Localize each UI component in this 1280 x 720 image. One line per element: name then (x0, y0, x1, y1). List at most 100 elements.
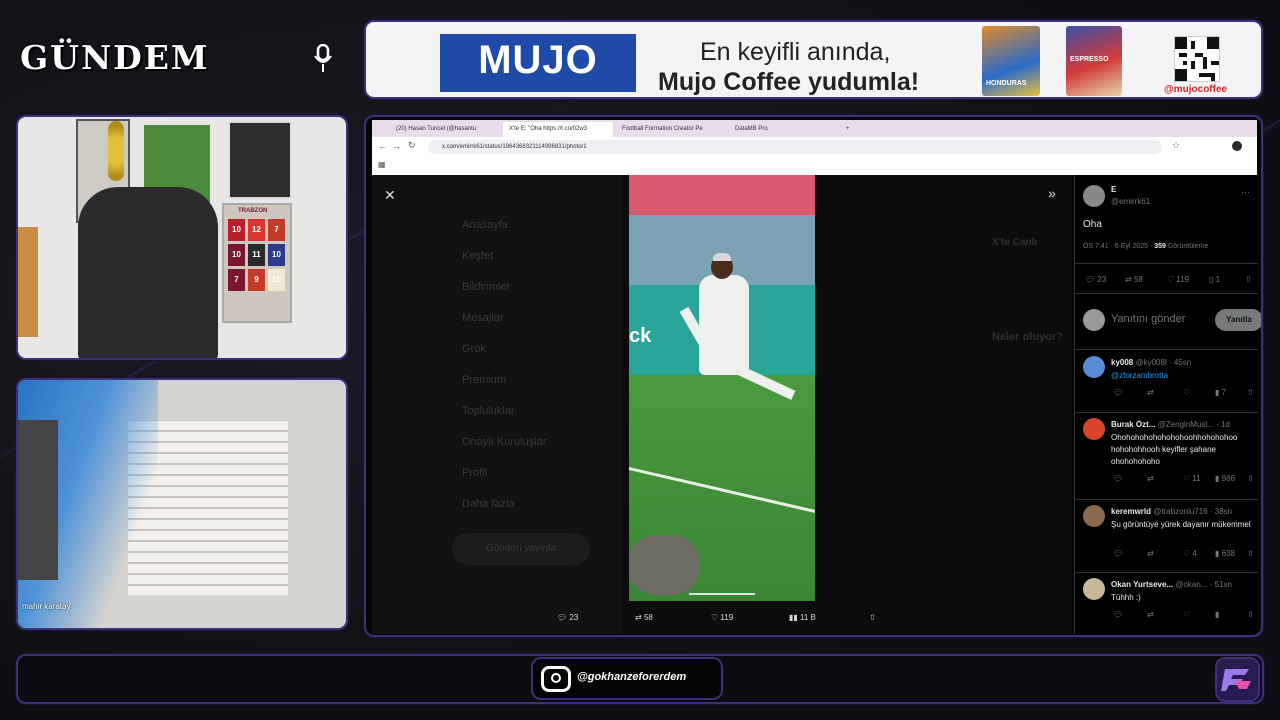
tab-2[interactable]: X'te E: "Oha https://t.co/02w3 (503, 122, 613, 137)
tweet-reply[interactable]: 💬︎ 23 (1085, 275, 1106, 284)
reply-reply-icon[interactable]: 💬︎ (1113, 610, 1123, 619)
x-nav-item: Mesajlar (462, 312, 504, 324)
x-nav-item: Profil (462, 467, 488, 479)
reply-reply-icon[interactable]: 💬︎ (1113, 388, 1123, 397)
reply-item[interactable]: Burak Özt... @ZenginMusl... · 1d Ohohohoh… (1075, 418, 1258, 498)
reply-like[interactable]: ♡ (1183, 388, 1190, 397)
apps-icon[interactable]: ▦ (378, 160, 386, 169)
like-count: 119 (720, 613, 734, 622)
author-name[interactable]: E (1111, 185, 1116, 194)
reply-avatar[interactable] (1083, 505, 1105, 527)
reply-name: ky008 (1111, 358, 1134, 367)
share-icon[interactable]: ⇧ (1247, 388, 1254, 397)
reply-views[interactable]: ▮ 638 (1215, 549, 1235, 558)
qr-code (1174, 36, 1220, 82)
tweet-photo[interactable]: ck (629, 175, 815, 601)
author-handle[interactable]: @emirrk61 (1111, 197, 1150, 206)
reload-icon[interactable]: ↻ (408, 140, 416, 151)
tweet-reply-count: 23 (1097, 275, 1107, 284)
tweet-bookmark[interactable]: ▯ 1 (1209, 275, 1220, 284)
share-icon[interactable]: ⇧ (1247, 610, 1254, 619)
close-icon[interactable]: ✕ (384, 187, 396, 204)
tweet-panel: E @emirrk61 … Oha ÖS 7:41 · 6 Eyl 2025 ·… (1074, 175, 1261, 635)
channel-logo (1215, 657, 1260, 702)
reply-views[interactable]: ▮ (1215, 610, 1219, 619)
media-action-bar: 💬︎ 23 ⇄ 58 ♡ 119 ▮▮ 11 B ⇧ (557, 607, 887, 627)
cam2-name: mahir karatay (22, 602, 71, 611)
share-icon[interactable]: ⇧ (1247, 549, 1254, 558)
reply-repost-icon[interactable]: ⇄ (1147, 388, 1154, 397)
webcam-1: TRABZON 10 12 7 10 11 10 7 9 10 (16, 115, 348, 360)
reply-repost-icon[interactable]: ⇄ (1147, 549, 1154, 558)
profile-icon[interactable] (1232, 141, 1242, 151)
tab-4[interactable]: DataMB Pro (729, 122, 834, 137)
tweet-bookmark-count: 1 (1215, 275, 1221, 284)
instagram-handle: @gokhanzeforerdem (577, 671, 687, 683)
post-button: Gönderi yayınla (452, 533, 590, 565)
x-nav-item: Bildirimler (462, 281, 511, 293)
live-heading: X'te Canlı (992, 237, 1038, 248)
microphone-icon (314, 44, 332, 72)
x-nav-list: Anasayfa Keşfet Bildirimler Mesajlar Grok Pre… (372, 175, 622, 634)
reply-reply-icon[interactable]: 💬︎ (1113, 474, 1123, 483)
reply-item[interactable]: keremwrld @trabzonlu716 · 38sn Şu görüntü… (1075, 505, 1258, 585)
x-nav-item: Topluluklar (462, 405, 515, 417)
reply-avatar[interactable] (1083, 356, 1105, 378)
reply-avatar[interactable] (1083, 418, 1105, 440)
reply-handle: @ZenginMusl... · 1d (1157, 420, 1230, 429)
share-icon[interactable]: ⇧ (1247, 474, 1254, 483)
tweet-repost[interactable]: ⇄ 58 (1125, 275, 1143, 284)
author-avatar[interactable] (1083, 185, 1105, 207)
reply-item[interactable]: Okan Yurtseve... @okan... · 51sn Tühhh :)… (1075, 578, 1258, 635)
new-tab-button[interactable]: + (840, 122, 858, 137)
tweet-meta: ÖS 7:41 · 6 Eyl 2025 · 359 Görüntüleme (1083, 243, 1208, 250)
reply-action[interactable]: 💬︎ 23 (557, 613, 578, 622)
reply-like[interactable]: ♡ 4 (1183, 549, 1197, 558)
reply-repost-icon[interactable]: ⇄ (1147, 610, 1154, 619)
stream-overlay: GÜNDEM MUJO En keyifli anında, Mujo Coff… (0, 0, 1280, 720)
reply-author[interactable]: keremwrld @trabzonlu716 · 38sn (1111, 507, 1249, 516)
reply-like[interactable]: ♡ 11 (1183, 474, 1201, 483)
forward-icon[interactable]: → (392, 141, 401, 151)
reply-author[interactable]: Okan Yurtseve... @okan... · 51sn (1111, 580, 1249, 589)
shelf (18, 420, 58, 580)
like-action[interactable]: ♡ 119 (711, 613, 733, 622)
share-icon[interactable]: ⇧ (1245, 275, 1252, 284)
reply-input[interactable]: Yanıtını gönder (1111, 313, 1185, 325)
reply-view-count: 638 (1221, 549, 1235, 558)
jersey: 7 (228, 269, 245, 291)
reply-avatar[interactable] (1083, 578, 1105, 600)
reply-views[interactable]: ▮ 986 (1215, 474, 1235, 483)
x-nav-item: Keşfet (462, 250, 494, 262)
reply-author[interactable]: ky008 @ky008l · 45sn (1111, 358, 1249, 367)
door (18, 227, 38, 337)
banner-handle: @mujocoffee (1164, 84, 1228, 95)
jersey-grid: 10 12 7 10 11 10 7 9 10 (228, 219, 290, 291)
tab-1[interactable]: (20) Hasan Tuncel (@hasantu (390, 122, 500, 137)
tweet-like[interactable]: ♡ 119 (1167, 275, 1189, 284)
view-count: 11 B (800, 613, 816, 622)
media-viewer: Anasayfa Keşfet Bildirimler Mesajlar Grok Pre… (372, 175, 1072, 634)
repost-action[interactable]: ⇄ 58 (635, 613, 653, 622)
reply-reply-icon[interactable]: 💬︎ (1113, 549, 1123, 558)
reply-views[interactable]: ▮ 7 (1215, 388, 1226, 397)
gaming-chair (78, 187, 218, 358)
back-icon[interactable]: ← (378, 141, 387, 151)
expand-icon[interactable]: » (1048, 185, 1056, 201)
reply-text: Tühhh :) (1111, 593, 1141, 602)
reply-name: keremwrld (1111, 507, 1152, 516)
more-icon[interactable]: … (1241, 185, 1250, 195)
coffee-pack: ESPRESSO (1066, 26, 1122, 96)
star-icon[interactable]: ☆ (1172, 140, 1180, 151)
views-action[interactable]: ▮▮ 11 B (789, 613, 816, 622)
url-input[interactable]: x.com/emirrk61/status/196436832111499683… (428, 140, 1162, 154)
coffee-pack: HONDURAS (982, 26, 1040, 96)
reply-button[interactable]: Yanıtla (1215, 309, 1261, 331)
tab-3[interactable]: Football Formation Creator Pe (616, 122, 726, 137)
reply-like[interactable]: ♡ (1183, 610, 1190, 619)
reply-author[interactable]: Burak Özt... @ZenginMusl... · 1d (1111, 420, 1249, 429)
banner-line-2: Mujo Coffee yudumla! (658, 68, 920, 96)
share-icon[interactable]: ⇧ (869, 613, 876, 622)
reply-repost-icon[interactable]: ⇄ (1147, 474, 1154, 483)
instagram-badge: @gokhanzeforerdem (531, 657, 723, 700)
